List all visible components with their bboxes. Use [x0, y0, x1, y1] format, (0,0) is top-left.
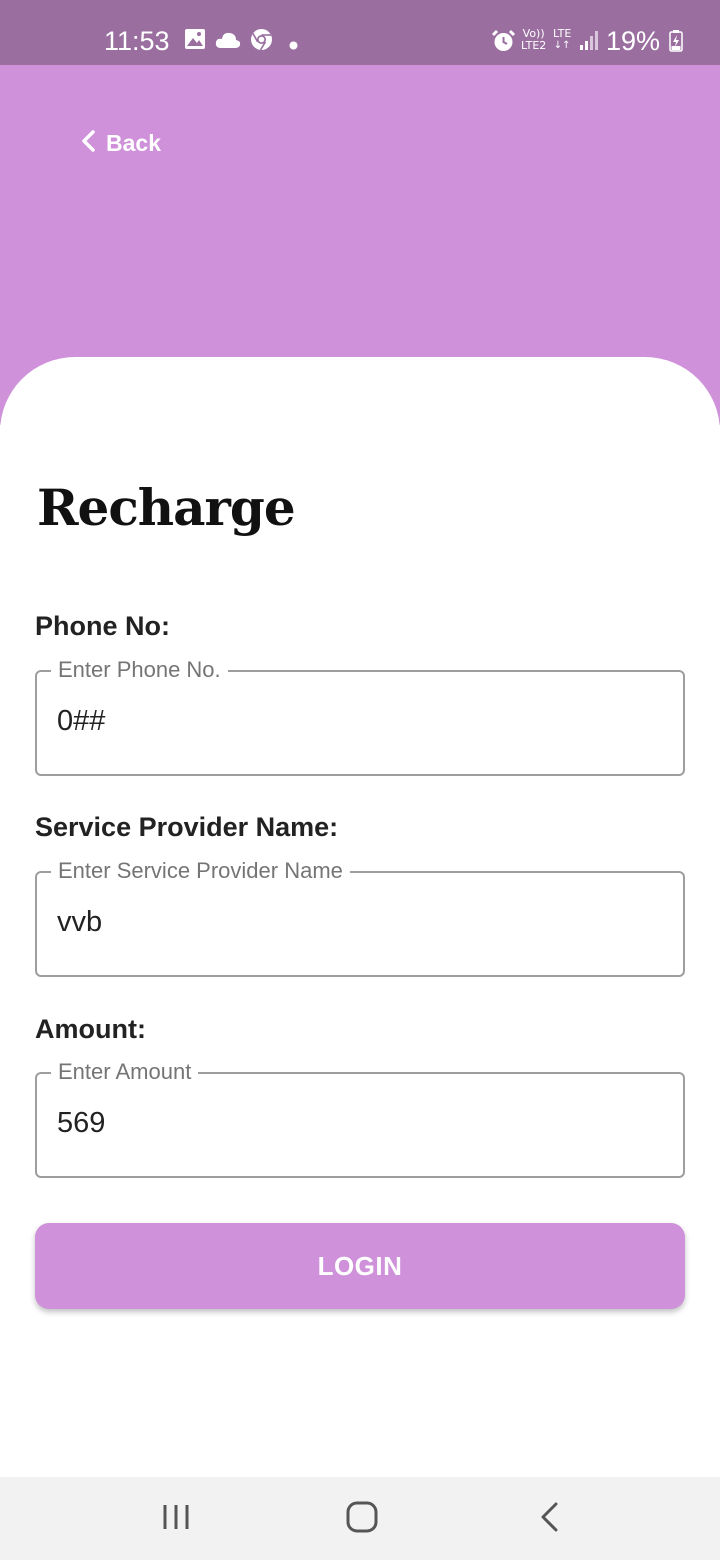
lte2-label: LTE2 — [521, 39, 547, 52]
home-icon[interactable] — [344, 1499, 380, 1540]
gallery-icon — [184, 28, 206, 55]
provider-label: Service Provider Name: — [35, 812, 339, 842]
chrome-icon — [250, 28, 273, 56]
alarm-icon — [491, 29, 516, 58]
provider-field[interactable]: Enter Service Provider Name — [35, 857, 685, 977]
amount-field[interactable]: Enter Amount — [35, 1058, 685, 1178]
chevron-left-icon — [80, 129, 96, 158]
back-button[interactable]: Back — [80, 127, 161, 159]
lte2-indicator: Vo)) LTE2 — [521, 28, 546, 52]
amount-label: Amount: — [35, 1014, 146, 1044]
back-nav-icon[interactable] — [532, 1499, 568, 1540]
back-label: Back — [106, 129, 161, 156]
provider-input[interactable] — [57, 899, 657, 945]
signal-icon — [579, 29, 601, 56]
lte-label: LTE — [553, 27, 572, 40]
phone-label: Phone No: — [35, 611, 170, 641]
lte-indicator: LTE ↓↑ — [553, 28, 571, 52]
battery-percent: 19% — [605, 26, 660, 56]
battery-icon — [669, 30, 683, 57]
cloud-icon — [215, 31, 241, 54]
status-bar: 11:53 Vo)) LTE2 LTE ↓↑ 19% — [0, 0, 720, 65]
phone-input[interactable] — [57, 698, 657, 744]
amount-input[interactable] — [57, 1100, 657, 1146]
provider-field-hint: Enter Service Provider Name — [51, 857, 350, 885]
phone-field-hint: Enter Phone No. — [51, 656, 228, 684]
data-arrows-icon: ↓↑ — [553, 40, 571, 51]
status-time: 11:53 — [104, 26, 170, 56]
system-nav-bar — [0, 1477, 720, 1560]
page-title: Recharge — [37, 478, 296, 537]
amount-field-hint: Enter Amount — [51, 1058, 199, 1086]
recent-apps-icon[interactable] — [158, 1499, 194, 1540]
phone-field[interactable]: Enter Phone No. — [35, 656, 685, 776]
dot-icon — [289, 37, 298, 55]
login-button[interactable]: LOGIN — [35, 1223, 685, 1309]
